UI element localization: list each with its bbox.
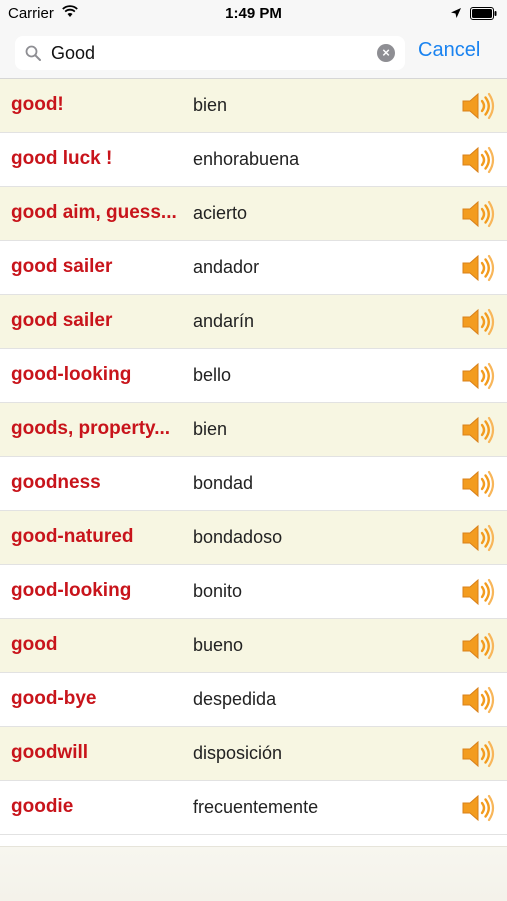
status-bar: Carrier 1:49 PM	[0, 0, 507, 28]
entry-translation: acierto	[193, 203, 248, 223]
search-input[interactable]: Good ×	[15, 36, 405, 70]
speaker-icon[interactable]	[461, 307, 495, 337]
speaker-icon[interactable]	[461, 145, 495, 175]
entry-translation: bueno	[193, 635, 244, 655]
list-item[interactable]: goods, property... bien	[0, 403, 507, 457]
list-item[interactable]: good! bien	[0, 79, 507, 133]
search-icon	[25, 45, 41, 66]
entry-translation: andador	[193, 257, 260, 277]
entry-translation: bien	[193, 419, 228, 439]
speaker-icon[interactable]	[461, 469, 495, 499]
entry-translation: enhorabuena	[193, 149, 300, 169]
entry-word: good-bye	[11, 688, 97, 709]
entry-translation: frecuentemente	[193, 797, 319, 817]
entry-word: goodie	[11, 796, 74, 817]
entry-translation: bondadoso	[193, 527, 283, 547]
search-bar: Good × Cancel	[0, 28, 507, 79]
list-item[interactable]: goodwill disposición	[0, 727, 507, 781]
entry-word: good sailer	[11, 310, 113, 331]
list-item[interactable]: good-bye despedida	[0, 673, 507, 727]
list-item[interactable]: good-looking bonito	[0, 565, 507, 619]
entry-word: goodwill	[11, 742, 89, 763]
battery-icon	[470, 7, 497, 20]
entry-translation: bonito	[193, 581, 243, 601]
entry-word: good!	[11, 94, 64, 115]
entry-word: good-natured	[11, 526, 134, 547]
speaker-icon[interactable]	[461, 253, 495, 283]
entry-translation: bondad	[193, 473, 254, 493]
list-item[interactable]: good-looking bello	[0, 349, 507, 403]
entry-translation: disposición	[193, 743, 283, 763]
speaker-icon[interactable]	[461, 577, 495, 607]
entry-translation: despedida	[193, 689, 277, 709]
clock: 1:49 PM	[225, 5, 282, 22]
speaker-icon[interactable]	[461, 361, 495, 391]
entry-word: good	[11, 634, 58, 655]
entry-word: good-looking	[11, 580, 132, 601]
speaker-icon[interactable]	[461, 199, 495, 229]
list-item[interactable]: good-natured bondadoso	[0, 511, 507, 565]
entry-word: goods, property...	[11, 418, 171, 439]
list-item[interactable]: goodie frecuentemente	[0, 781, 507, 835]
speaker-icon[interactable]	[461, 685, 495, 715]
list-item[interactable]: good bueno	[0, 619, 507, 673]
speaker-icon[interactable]	[461, 91, 495, 121]
list-footer	[0, 846, 507, 901]
speaker-icon[interactable]	[461, 631, 495, 661]
entry-translation: bien	[193, 95, 228, 115]
list-item[interactable]: good aim, guess... acierto	[0, 187, 507, 241]
entry-translation: bello	[193, 365, 232, 385]
list-item[interactable]: goodness bondad	[0, 457, 507, 511]
entry-word: good aim, guess...	[11, 202, 177, 223]
speaker-icon[interactable]	[461, 793, 495, 823]
results-list: good! bien good luck ! enhorabuena good aim,…	[0, 79, 507, 835]
clear-icon[interactable]: ×	[377, 44, 395, 62]
search-query-text: Good	[51, 43, 96, 63]
entry-word: good luck !	[11, 148, 113, 169]
list-item[interactable]: good sailer andador	[0, 241, 507, 295]
list-item[interactable]: good sailer andarín	[0, 295, 507, 349]
cancel-button[interactable]: Cancel	[418, 39, 480, 62]
location-arrow-icon	[450, 6, 462, 23]
entry-word: good sailer	[11, 256, 113, 277]
list-item[interactable]: good luck ! enhorabuena	[0, 133, 507, 187]
speaker-icon[interactable]	[461, 739, 495, 769]
entry-word: good-looking	[11, 364, 132, 385]
entry-translation: andarín	[193, 311, 255, 331]
entry-word: goodness	[11, 472, 101, 493]
speaker-icon[interactable]	[461, 415, 495, 445]
speaker-icon[interactable]	[461, 523, 495, 553]
